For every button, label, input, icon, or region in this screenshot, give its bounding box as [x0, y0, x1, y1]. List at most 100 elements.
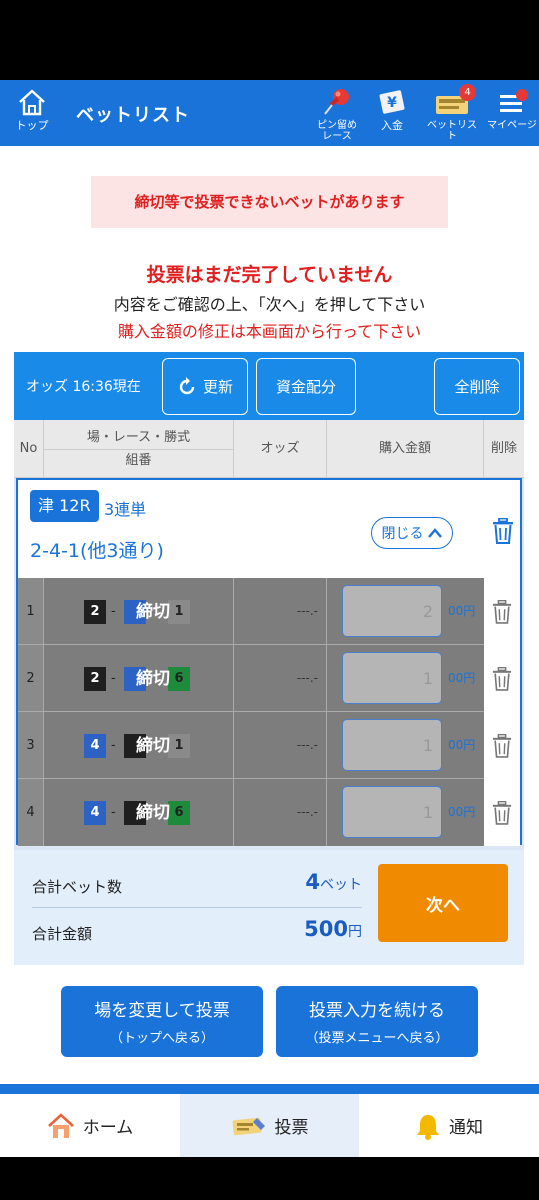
combo-dash: -: [111, 738, 116, 753]
bet-amount-cell: 1 00円: [327, 779, 484, 846]
page-title: ベットリスト: [76, 105, 190, 126]
summary-divider: [32, 907, 362, 908]
delete-all-label: 全削除: [454, 378, 500, 396]
combo-dash: -: [111, 805, 116, 820]
menu-icon: [486, 86, 538, 118]
nav-notify-label: 通知: [449, 1118, 483, 1138]
bet-count-value: 4ベット: [305, 870, 362, 894]
col-race-combo: 場・レース・勝式 組番: [44, 420, 234, 478]
screen: トップ ベットリスト ピン留め レース ¥ 入金 4 ベットリスト マイページ …: [0, 0, 539, 1200]
refresh-label: 更新: [202, 378, 233, 396]
bet-count-label: 合計ベット数: [32, 878, 123, 896]
bet-row-2: 2 2 - 6 締切 ---.- 1 00円: [18, 645, 520, 712]
bet-combination: 4 - 6 締切: [44, 779, 234, 846]
confirm-instruction: 内容をご確認の上、「次へ」を押して下さい: [113, 295, 426, 314]
race-tag: 津 12R: [30, 490, 99, 522]
bet-type: 3連単: [104, 500, 147, 519]
bell-icon: [417, 1114, 439, 1140]
combo-dash: -: [111, 671, 116, 686]
change-venue-button[interactable]: 場を変更して投票 （トップへ戻る）: [61, 986, 263, 1057]
deposit-button[interactable]: ¥ 入金: [370, 86, 414, 144]
boat-number: 1: [168, 600, 190, 624]
boat-number: 1: [168, 734, 190, 758]
closed-bet-alert: 締切等で投票できないベットがあります: [91, 176, 448, 228]
total-label: 合計金額: [32, 925, 93, 943]
bet-amount-input[interactable]: 1: [342, 652, 442, 704]
pin-icon: [312, 86, 362, 118]
total-unit: 円: [348, 924, 362, 940]
race-combination: 2-4-1(他3通り): [30, 540, 164, 562]
trash-icon: [492, 733, 512, 758]
nav-vote[interactable]: 投票: [180, 1094, 359, 1157]
trash-icon: [492, 666, 512, 691]
bet-odds: ---.-: [234, 712, 327, 779]
continue-voting-sublabel: （投票メニューへ戻る）: [305, 1031, 449, 1046]
bet-amount-input[interactable]: 1: [342, 719, 442, 771]
mypage-button[interactable]: マイページ: [486, 86, 538, 144]
bottom-nav: ホーム 投票 通知: [0, 1094, 539, 1157]
total-row: 合計金額 500円: [32, 911, 362, 955]
nav-notify[interactable]: 通知: [359, 1094, 539, 1157]
footer-divider: [0, 1084, 539, 1094]
delete-all-button[interactable]: 全削除: [434, 358, 520, 415]
ticket-icon: [232, 1117, 265, 1135]
col-amount: 購入金額: [327, 420, 484, 478]
bet-odds: ---.-: [234, 779, 327, 846]
boat-number: 6: [168, 667, 190, 691]
nav-home-label: ホーム: [82, 1118, 134, 1138]
bet-toolbar: オッズ 16:36現在 更新 資金配分 全削除: [14, 352, 524, 420]
app-view: トップ ベットリスト ピン留め レース ¥ 入金 4 ベットリスト マイページ …: [0, 80, 539, 1157]
refresh-button[interactable]: 更新: [162, 358, 248, 415]
bet-combination: 4 - 1 締切: [44, 712, 234, 779]
delete-bet-button[interactable]: [484, 645, 520, 712]
svg-text:¥: ¥: [387, 95, 397, 111]
continue-voting-label: 投票入力を続ける: [309, 1001, 445, 1021]
bet-row-3: 3 4 - 1 締切 ---.- 1 00円: [18, 712, 520, 779]
closed-label: 締切: [136, 602, 170, 622]
betlist-button[interactable]: 4 ベットリスト: [424, 84, 480, 144]
boat-number: 2: [84, 600, 106, 624]
bet-amount-cell: 1 00円: [327, 712, 484, 779]
next-button[interactable]: 次へ: [378, 864, 508, 942]
system-nav-bar: [0, 1157, 539, 1200]
nav-home[interactable]: ホーム: [0, 1094, 180, 1157]
deposit-label: 入金: [381, 119, 403, 132]
odds-timestamp: オッズ 16:36現在: [26, 379, 141, 395]
delete-race-button[interactable]: [492, 517, 514, 548]
total-number: 500: [304, 917, 348, 941]
race-group: 津 12R 3連単 2-4-1(他3通り) 閉じる 1 2 - 1 締切 ---…: [16, 478, 522, 846]
amount-unit: 00円: [448, 738, 476, 752]
bet-no: 2: [18, 645, 44, 712]
mypage-label: マイページ: [487, 120, 537, 131]
pinned-race-button[interactable]: ピン留め レース: [312, 86, 362, 144]
nav-vote-label: 投票: [274, 1118, 309, 1138]
bet-odds: ---.-: [234, 578, 327, 645]
boat-number: 4: [84, 734, 106, 758]
closed-label: 締切: [136, 736, 170, 756]
bet-amount-cell: 2 00円: [327, 578, 484, 645]
bet-count-row: 合計ベット数 4ベット: [32, 864, 362, 908]
home-button[interactable]: トップ: [10, 88, 54, 144]
col-odds: オッズ: [234, 420, 327, 478]
collapse-button[interactable]: 閉じる: [371, 517, 453, 549]
boat-number: 2: [84, 667, 106, 691]
delete-bet-button[interactable]: [484, 712, 520, 779]
continue-voting-button[interactable]: 投票入力を続ける （投票メニューへ戻る）: [276, 986, 478, 1057]
house-icon: [47, 1112, 74, 1138]
bet-no: 1: [18, 578, 44, 645]
delete-bet-button[interactable]: [484, 578, 520, 645]
bet-combination: 2 - 6 締切: [44, 645, 234, 712]
pin-label-1: ピン留め: [317, 120, 357, 131]
bet-amount-input[interactable]: 1: [342, 786, 442, 838]
bet-no: 3: [18, 712, 44, 779]
amount-unit: 00円: [448, 805, 476, 819]
bet-amount-input[interactable]: 2: [342, 585, 442, 637]
delete-bet-button[interactable]: [484, 779, 520, 846]
col-delete: 削除: [490, 441, 517, 456]
col-no: No: [14, 420, 44, 478]
fund-allocation-button[interactable]: 資金配分: [256, 358, 356, 415]
app-header: トップ ベットリスト ピン留め レース ¥ 入金 4 ベットリスト マイページ: [0, 80, 539, 146]
fund-allocation-label: 資金配分: [275, 378, 336, 396]
refresh-icon: [179, 376, 195, 394]
closed-label: 締切: [136, 803, 170, 823]
